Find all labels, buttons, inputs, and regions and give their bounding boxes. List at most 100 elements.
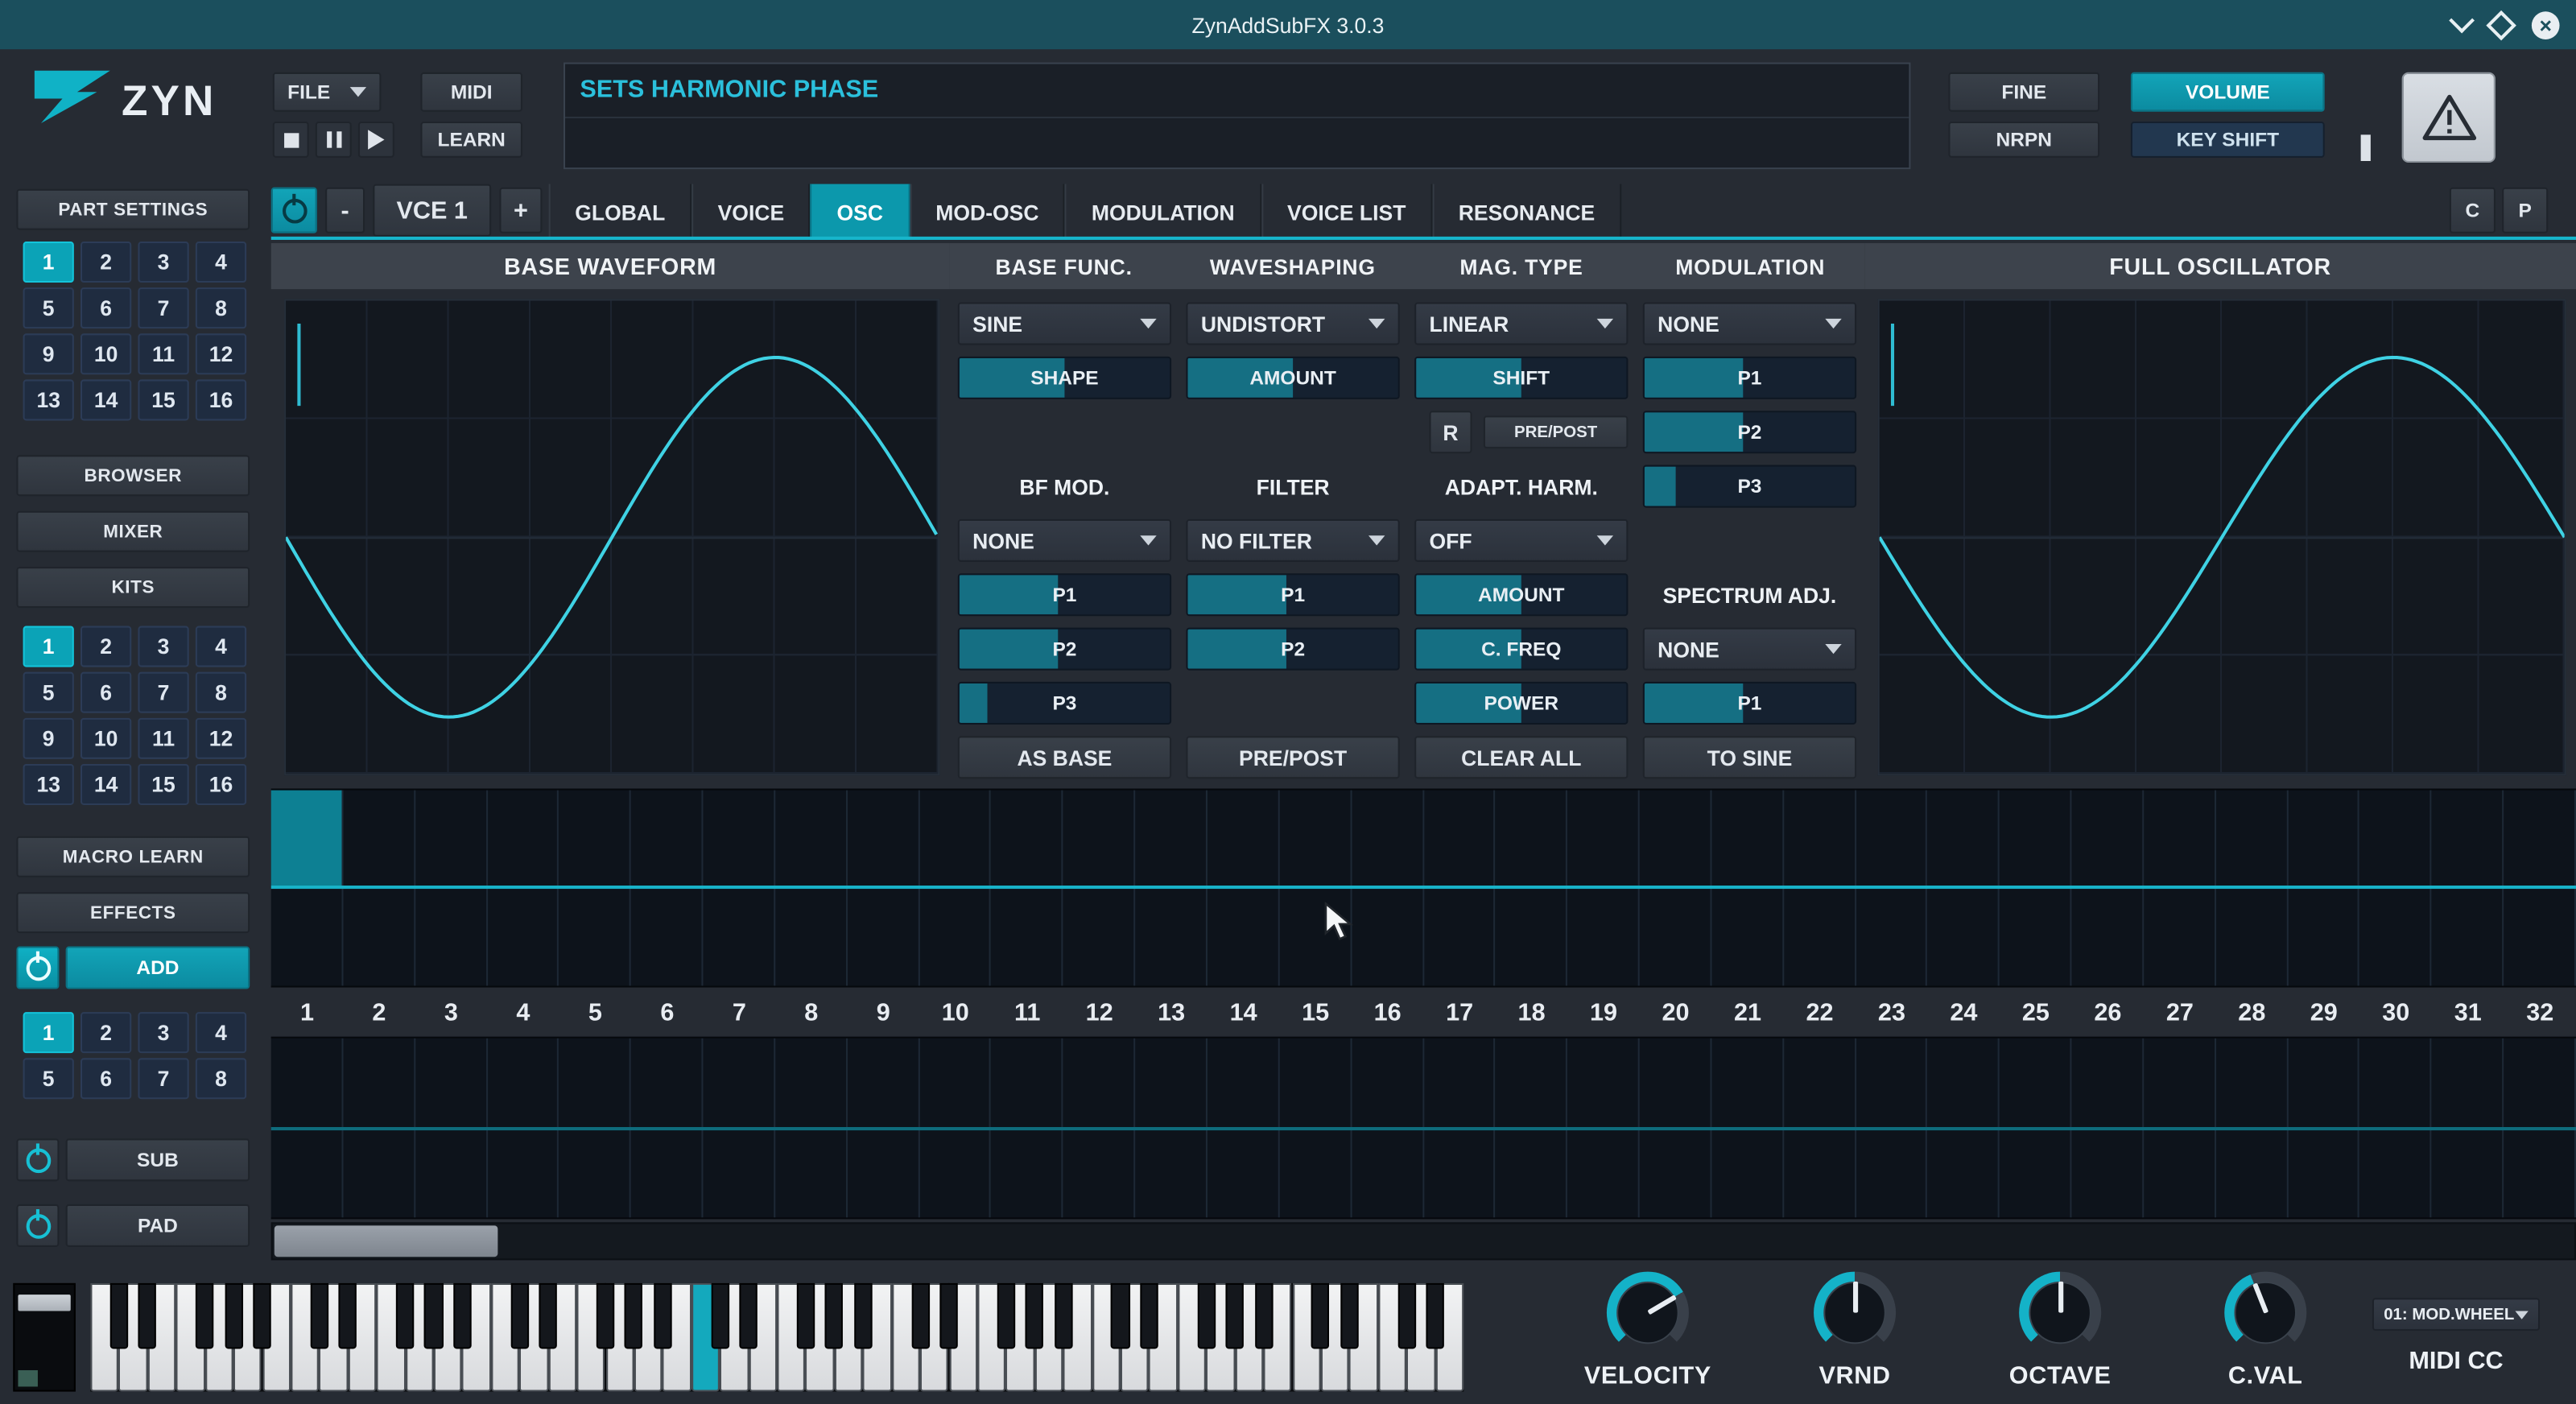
mini-fader[interactable] — [2361, 134, 2371, 161]
kit-7[interactable]: 7 — [138, 672, 188, 713]
kit-2[interactable]: 2 — [80, 626, 131, 667]
window-close-icon[interactable]: × — [2532, 10, 2560, 39]
piano-black-key[interactable] — [510, 1283, 529, 1349]
harmonics-scrollbar-track[interactable] — [271, 1222, 2576, 1260]
piano-black-key[interactable] — [196, 1283, 214, 1349]
mag-type-select[interactable]: LINEAR — [1414, 303, 1628, 345]
kit-13[interactable]: 13 — [23, 764, 74, 805]
harmonic-phase-4[interactable] — [487, 1039, 559, 1217]
kit-10[interactable]: 10 — [80, 718, 131, 759]
piano-black-key[interactable] — [539, 1283, 558, 1349]
kit-14[interactable]: 14 — [80, 764, 131, 805]
harmonic-amp-4[interactable] — [487, 791, 559, 986]
piano-black-key[interactable] — [625, 1283, 643, 1349]
voice-4[interactable]: 4 — [196, 1012, 246, 1053]
piano-black-key[interactable] — [339, 1283, 357, 1349]
modulation-p2-slider[interactable]: P2 — [1643, 411, 1856, 453]
harmonic-amp-32[interactable] — [2504, 791, 2575, 986]
harmonic-phase-12[interactable] — [1063, 1039, 1135, 1217]
part-1[interactable]: 1 — [23, 242, 74, 283]
harmonic-amp-19[interactable] — [1567, 791, 1639, 986]
harmonic-phase-8[interactable] — [775, 1039, 847, 1217]
kit-9[interactable]: 9 — [23, 718, 74, 759]
tab-resonance[interactable]: RESONANCE — [1432, 184, 1621, 240]
harmonic-amp-7[interactable] — [704, 791, 775, 986]
spectrum-adj-select[interactable]: NONE — [1643, 628, 1856, 671]
piano-black-key[interactable] — [796, 1283, 815, 1349]
tab-osc[interactable]: OSC — [811, 184, 910, 240]
part-7[interactable]: 7 — [138, 287, 188, 328]
fine-button[interactable]: FINE — [1948, 72, 2099, 112]
part-10[interactable]: 10 — [80, 333, 131, 374]
filter-p2-slider[interactable]: P2 — [1186, 628, 1399, 671]
part-6[interactable]: 6 — [80, 287, 131, 328]
window-maximize-icon[interactable] — [2486, 10, 2516, 40]
piano-black-key[interactable] — [854, 1283, 873, 1349]
bf-mod-p3-slider[interactable]: P3 — [958, 682, 1171, 725]
harmonic-amp-22[interactable] — [1784, 791, 1856, 986]
key-shift-button[interactable]: KEY SHIFT — [2131, 122, 2325, 158]
sub-synth-button[interactable]: SUB — [66, 1138, 250, 1181]
part-4[interactable]: 4 — [196, 242, 246, 283]
voice-indicator[interactable]: VCE 1 — [373, 184, 491, 237]
voice-1[interactable]: 1 — [23, 1012, 74, 1053]
harmonic-phase-23[interactable] — [1856, 1039, 1927, 1217]
part-settings-button[interactable]: PART SETTINGS — [16, 189, 250, 230]
harmonic-amp-5[interactable] — [559, 791, 631, 986]
bf-mod-select[interactable]: NONE — [958, 519, 1171, 562]
modulation-select[interactable]: NONE — [1643, 303, 1856, 345]
part-3[interactable]: 3 — [138, 242, 188, 283]
kit-4[interactable]: 4 — [196, 626, 246, 667]
harmonic-phase-19[interactable] — [1567, 1039, 1639, 1217]
harmonic-phase-31[interactable] — [2432, 1039, 2504, 1217]
part-12[interactable]: 12 — [196, 333, 246, 374]
octave-knob[interactable]: OCTAVE — [1983, 1272, 2137, 1403]
harmonic-amp-27[interactable] — [2144, 791, 2215, 986]
harmonic-amp-1[interactable] — [271, 791, 343, 986]
harmonic-amp-25[interactable] — [2000, 791, 2071, 986]
scrollbar-thumb[interactable] — [275, 1225, 498, 1257]
waveshaping-select[interactable]: UNDISTORT — [1186, 303, 1399, 345]
vrnd-knob[interactable]: VRND — [1777, 1272, 1932, 1403]
rescale-button[interactable]: R — [1429, 411, 1472, 453]
harmonic-phase-30[interactable] — [2360, 1039, 2432, 1217]
piano-black-key[interactable] — [825, 1283, 844, 1349]
harmonic-phase-20[interactable] — [1640, 1039, 1711, 1217]
harmonic-phase-10[interactable] — [919, 1039, 991, 1217]
piano-black-key[interactable] — [225, 1283, 243, 1349]
kit-12[interactable]: 12 — [196, 718, 246, 759]
piano-black-key[interactable] — [1340, 1283, 1359, 1349]
modulation-p1-slider[interactable]: P1 — [1643, 357, 1856, 399]
harmonic-phase-24[interactable] — [1928, 1039, 2000, 1217]
master-fader[interactable] — [13, 1283, 76, 1392]
part-9[interactable]: 9 — [23, 333, 74, 374]
piano-black-key[interactable] — [109, 1283, 128, 1349]
piano-keyboard[interactable] — [90, 1283, 1463, 1392]
spectrum-adj-p1-slider[interactable]: P1 — [1643, 682, 1856, 725]
voice-plus-button[interactable]: + — [499, 188, 542, 233]
piano-black-key[interactable] — [739, 1283, 758, 1349]
piano-black-key[interactable] — [1026, 1283, 1044, 1349]
kit-16[interactable]: 16 — [196, 764, 246, 805]
voice-6[interactable]: 6 — [80, 1058, 131, 1099]
nrpn-button[interactable]: NRPN — [1948, 122, 2099, 158]
harmonic-phase-32[interactable] — [2504, 1039, 2575, 1217]
tab-voice-list[interactable]: VOICE LIST — [1261, 184, 1432, 240]
piano-black-key[interactable] — [424, 1283, 443, 1349]
bf-mod-p1-slider[interactable]: P1 — [958, 573, 1171, 616]
harmonic-phase-28[interactable] — [2216, 1039, 2288, 1217]
shape-slider[interactable]: SHAPE — [958, 357, 1171, 399]
harmonic-amp-16[interactable] — [1352, 791, 1423, 986]
harmonic-amp-28[interactable] — [2216, 791, 2288, 986]
harmonic-amp-11[interactable] — [991, 791, 1063, 986]
pad-synth-button[interactable]: PAD — [66, 1204, 250, 1247]
filter-p1-slider[interactable]: P1 — [1186, 573, 1399, 616]
harmonic-amp-13[interactable] — [1135, 791, 1207, 986]
waveshaping-amount-slider[interactable]: AMOUNT — [1186, 357, 1399, 399]
harmonic-phase-16[interactable] — [1352, 1039, 1423, 1217]
harmonics-amplitude-editor[interactable] — [271, 789, 2576, 988]
part-11[interactable]: 11 — [138, 333, 188, 374]
harmonic-amp-20[interactable] — [1640, 791, 1711, 986]
mag-prepost-toggle[interactable]: PRE/POST — [1484, 415, 1629, 448]
piano-black-key[interactable] — [396, 1283, 415, 1349]
